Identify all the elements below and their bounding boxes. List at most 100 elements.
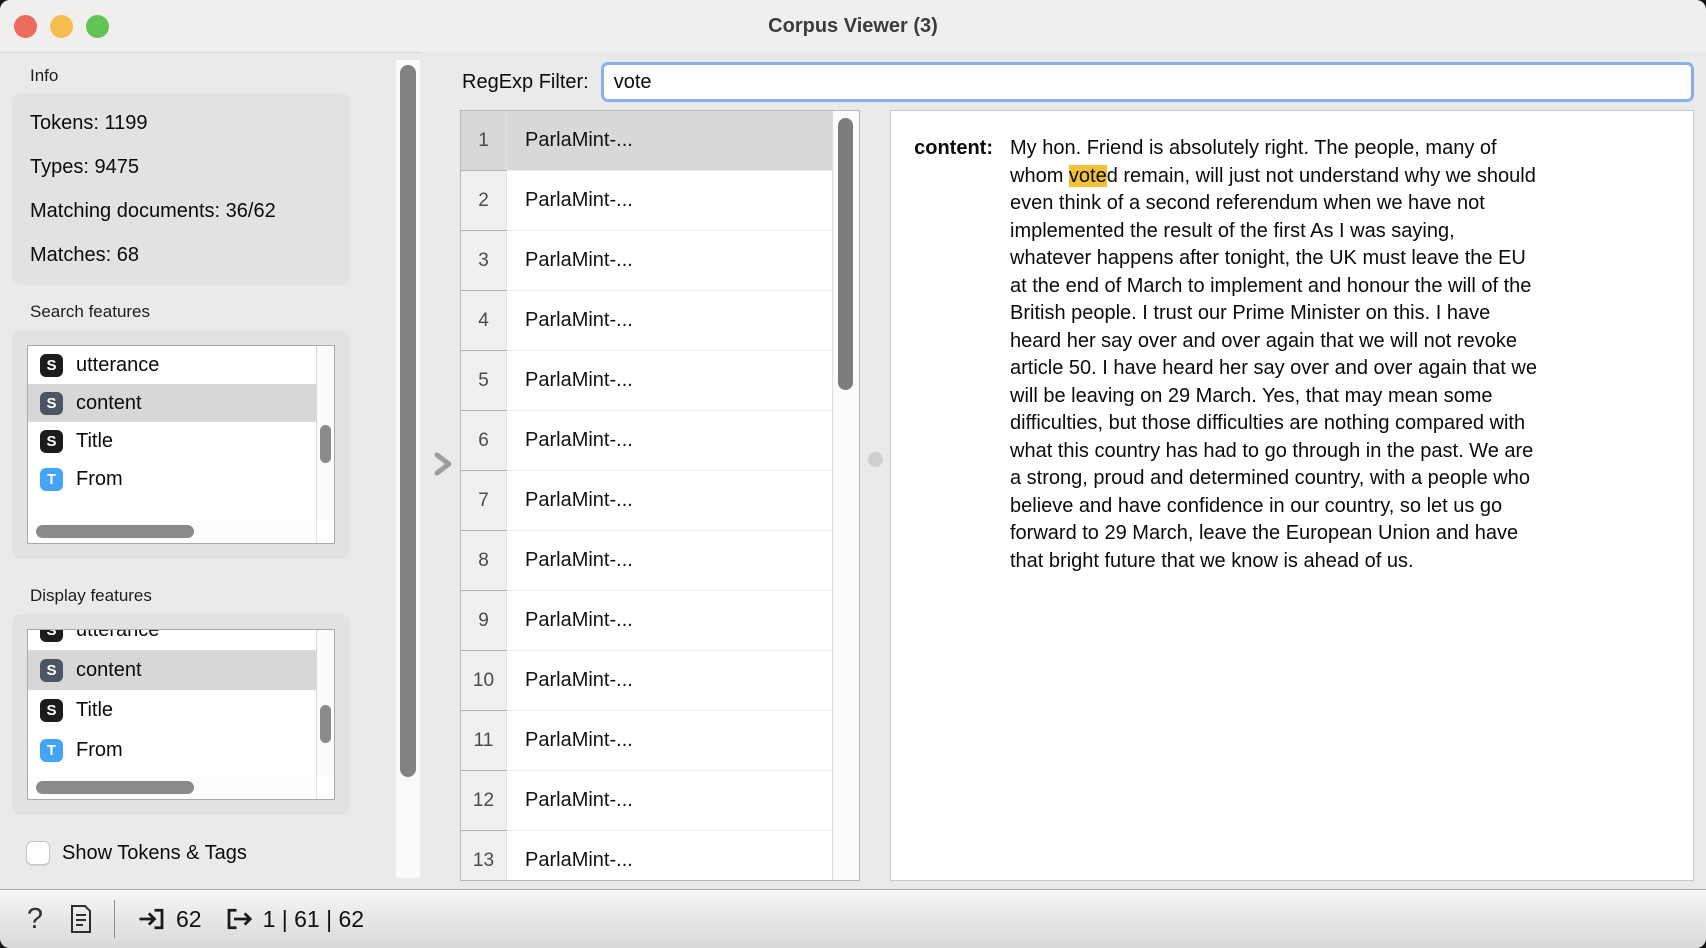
- string-variable-icon: S: [40, 354, 63, 377]
- string-variable-icon: S: [40, 630, 63, 642]
- search-features-label: Search features: [30, 302, 394, 322]
- feature-item-content[interactable]: Scontent: [28, 650, 316, 690]
- regexp-filter-input[interactable]: [601, 62, 1694, 102]
- scrollbar-thumb[interactable]: [400, 65, 416, 777]
- feature-item-title[interactable]: STitle: [28, 422, 316, 460]
- sidebar-scrollbar: [396, 60, 420, 878]
- status-bar: ? 62: [0, 889, 1706, 948]
- string-variable-icon: S: [40, 699, 63, 722]
- document-viewer: content: My hon. Friend is absolutely ri…: [890, 110, 1694, 881]
- document-row-number: 7: [461, 471, 507, 531]
- scrollbar-thumb[interactable]: [36, 525, 194, 538]
- collapse-chevron-icon[interactable]: [430, 448, 456, 480]
- feature-label: content: [76, 392, 142, 415]
- feature-item-to[interactable]: TTo: [28, 770, 316, 777]
- document-row[interactable]: 8ParlaMint-...: [461, 531, 833, 591]
- statusbar-divider: [114, 900, 115, 938]
- document-row-number: 1: [461, 111, 507, 171]
- input-summary: 62: [137, 904, 202, 934]
- display-features-list: SutteranceScontentSTitleTFromTTo: [27, 629, 335, 800]
- feature-item-utterance[interactable]: Sutterance: [28, 346, 316, 384]
- document-row-name: ParlaMint-...: [507, 831, 833, 880]
- scrollbar-corner: [316, 777, 334, 799]
- document-text: My hon. Friend is absolutely right. The …: [1010, 135, 1538, 575]
- feature-label: utterance: [76, 630, 159, 642]
- document-row-number: 5: [461, 351, 507, 411]
- document-row[interactable]: 9ParlaMint-...: [461, 591, 833, 651]
- splitter-handle[interactable]: [868, 452, 883, 467]
- document-row-name: ParlaMint-...: [507, 651, 833, 711]
- info-line: Matching documents: 36/62: [30, 189, 332, 233]
- input-arrow-icon: [137, 904, 167, 934]
- document-row[interactable]: 7ParlaMint-...: [461, 471, 833, 531]
- search-features-scrollbar: [316, 346, 334, 521]
- feature-item-from[interactable]: T From: [28, 730, 316, 770]
- scrollbar-thumb[interactable]: [838, 118, 853, 390]
- document-row[interactable]: 12ParlaMint-...: [461, 771, 833, 831]
- titlebar: Corpus Viewer (3): [0, 0, 1706, 53]
- document-list-scrollbar: [832, 111, 859, 880]
- feature-item-title[interactable]: S Title: [28, 690, 316, 730]
- document-row-number: 6: [461, 411, 507, 471]
- document-row-name: ParlaMint-...: [507, 291, 833, 351]
- document-row-number: 8: [461, 531, 507, 591]
- display-features-scrollbar: [316, 630, 334, 777]
- feature-item-content[interactable]: Scontent: [28, 384, 316, 422]
- document-row[interactable]: 3ParlaMint-...: [461, 231, 833, 291]
- document-row[interactable]: 4ParlaMint-...: [461, 291, 833, 351]
- info-line: Tokens: 1199: [30, 101, 332, 145]
- main-pane: RegExp Filter: 1ParlaMint-...2ParlaMint-…: [420, 52, 1706, 890]
- document-row-number: 11: [461, 711, 507, 771]
- document-row-number: 3: [461, 231, 507, 291]
- output-summary: 1 | 61 | 62: [224, 904, 364, 934]
- info-line: Types: 9475: [30, 145, 332, 189]
- feature-item-from[interactable]: TFrom: [28, 460, 316, 498]
- document-row-name: ParlaMint-...: [507, 771, 833, 831]
- document-list: 1ParlaMint-...2ParlaMint-...3ParlaMint-.…: [460, 110, 860, 881]
- document-row-name: ParlaMint-...: [507, 591, 833, 651]
- string-variable-icon: S: [40, 659, 63, 682]
- search-features-hscrollbar: [28, 521, 316, 543]
- document-row-number: 10: [461, 651, 507, 711]
- feature-label: From: [76, 468, 123, 491]
- feature-item-utterance[interactable]: Sutterance: [28, 630, 316, 650]
- scrollbar-thumb[interactable]: [36, 781, 194, 794]
- scrollbar-thumb[interactable]: [320, 425, 331, 463]
- feature-label: From: [76, 739, 123, 762]
- document-row[interactable]: 13ParlaMint-...: [461, 831, 833, 880]
- info-box: Tokens: 1199Types: 9475Matching document…: [12, 93, 350, 285]
- content-field-label: content:: [891, 135, 993, 575]
- corpus-viewer-window: Corpus Viewer (3) Info Tokens: 1199Types…: [0, 0, 1706, 948]
- text-variable-icon: T: [40, 739, 63, 762]
- info-section-label: Info: [30, 66, 394, 86]
- document-row-name: ParlaMint-...: [507, 231, 833, 291]
- string-variable-icon: S: [40, 392, 63, 415]
- feature-label: Title: [76, 699, 113, 722]
- document-row[interactable]: 1ParlaMint-...: [461, 111, 833, 171]
- match-highlight: vote: [1069, 165, 1107, 187]
- show-tokens-checkbox[interactable]: [26, 841, 50, 865]
- document-row-name: ParlaMint-...: [507, 471, 833, 531]
- filter-row: RegExp Filter:: [462, 62, 1694, 102]
- scrollbar-thumb[interactable]: [320, 705, 331, 743]
- document-row[interactable]: 6ParlaMint-...: [461, 411, 833, 471]
- feature-label: utterance: [76, 354, 159, 377]
- document-row[interactable]: 11ParlaMint-...: [461, 711, 833, 771]
- document-row-number: 2: [461, 171, 507, 231]
- document-row-name: ParlaMint-...: [507, 171, 833, 231]
- feature-label: content: [76, 659, 142, 682]
- regexp-filter-label: RegExp Filter:: [462, 71, 589, 94]
- display-features-label: Display features: [30, 586, 394, 606]
- show-tokens-row: Show Tokens & Tags: [26, 841, 394, 865]
- document-row[interactable]: 10ParlaMint-...: [461, 651, 833, 711]
- document-row[interactable]: 5ParlaMint-...: [461, 351, 833, 411]
- help-icon[interactable]: ?: [20, 903, 50, 936]
- control-sidebar: Info Tokens: 1199Types: 9475Matching doc…: [0, 53, 394, 890]
- document-row-name: ParlaMint-...: [507, 351, 833, 411]
- report-icon[interactable]: [64, 903, 98, 935]
- document-row[interactable]: 2ParlaMint-...: [461, 171, 833, 231]
- document-row-name: ParlaMint-...: [507, 411, 833, 471]
- document-row-name: ParlaMint-...: [507, 111, 833, 171]
- output-arrow-icon: [224, 904, 254, 934]
- display-features-box: SutteranceScontentSTitleTFromTTo: [12, 614, 350, 815]
